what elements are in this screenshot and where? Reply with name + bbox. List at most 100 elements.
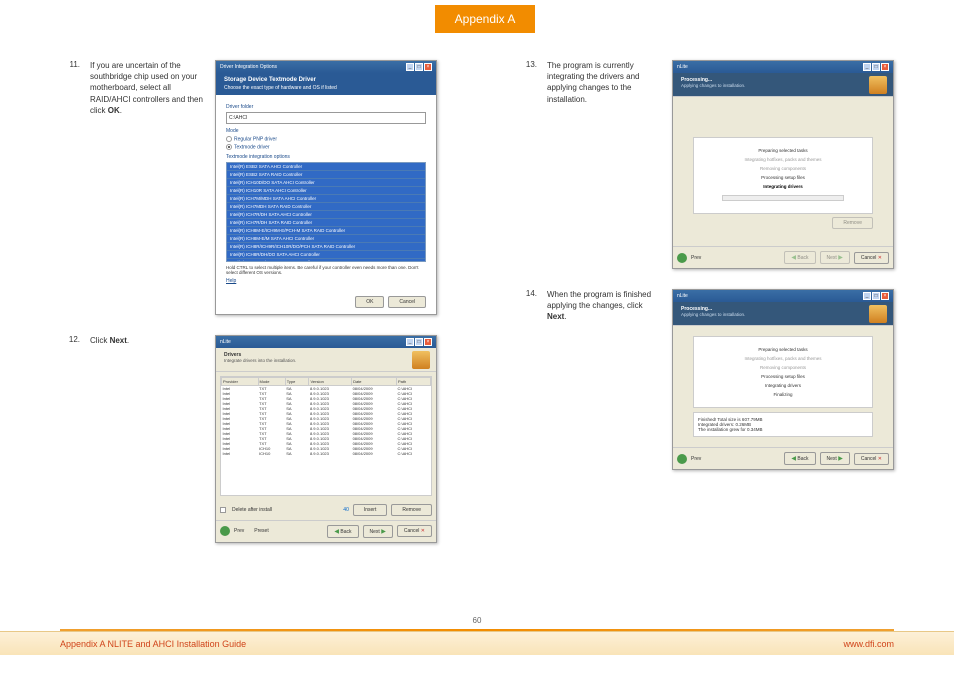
titlebar: nLite _□×: [673, 290, 893, 302]
insert-button[interactable]: Insert: [353, 504, 388, 516]
cancel-button[interactable]: Cancel ✕: [397, 525, 432, 537]
driver-table[interactable]: ProviderModeTypeVersionDatePathIntelTXTS…: [220, 376, 432, 496]
wizard-header: Drivers Integrate drivers into the insta…: [216, 348, 436, 372]
dialog-title: Storage Device Textmode Driver: [224, 77, 428, 83]
window-title: nLite: [677, 293, 688, 299]
mode-option-2[interactable]: Textmode driver: [226, 144, 426, 150]
wizard-sub: Applying changes to installation.: [681, 312, 885, 317]
progress-line: Finalizing: [702, 390, 864, 399]
min-icon[interactable]: _: [406, 63, 414, 71]
list-item[interactable]: Intel(R) ICH7R/DH SATA RAID Controller: [227, 219, 425, 227]
wizard-sub: Applying changes to installation.: [681, 83, 885, 88]
wizard-header: Processing... Applying changes to instal…: [673, 73, 893, 97]
controller-list[interactable]: Intel(R) ESB2 SATA AHCI ControllerIntel(…: [226, 162, 426, 262]
min-icon[interactable]: _: [406, 338, 414, 346]
progress-line: Processing setup files: [702, 173, 864, 182]
step-num: 11.: [60, 60, 80, 315]
mode-option-1[interactable]: Regular PNP driver: [226, 136, 426, 142]
dialog-footer: OK Cancel: [216, 290, 436, 314]
wizard-footer: Prev ◀ Back Next ▶ Cancel ✕: [673, 246, 893, 268]
max-icon[interactable]: □: [415, 63, 423, 71]
window-title: nLite: [220, 339, 231, 345]
max-icon[interactable]: □: [872, 292, 880, 300]
next-button[interactable]: Next ▶: [820, 452, 850, 465]
prev-label: Prev: [691, 456, 701, 462]
min-icon[interactable]: _: [863, 292, 871, 300]
max-icon[interactable]: □: [872, 63, 880, 71]
cancel-button[interactable]: Cancel: [388, 296, 426, 308]
progress-body: Preparing selected tasksIntegrating hotf…: [673, 326, 893, 447]
list-item[interactable]: Intel(R) ICH8R/DH/DO SATA AHCI Controlle…: [227, 251, 425, 259]
step-num: 14.: [517, 289, 537, 470]
info-line: The installation grew for 0.34MB: [698, 427, 868, 432]
help-link[interactable]: Help: [226, 278, 426, 284]
table-row[interactable]: IntelICH10SA8.9.0.102308/04/2009C:\AHCI: [222, 451, 431, 456]
folder-label: Driver folder: [226, 104, 426, 110]
titlebar: Driver Integration Options _ □ ×: [216, 61, 436, 73]
step-13: 13. The program is currently integrating…: [517, 60, 894, 269]
count-badge: 40: [343, 507, 349, 513]
step-num: 12.: [60, 335, 80, 543]
list-item[interactable]: Intel(R) ICH7MDH SATA RAID Controller: [227, 203, 425, 211]
status-icon: [677, 253, 687, 263]
step-text: The program is currently integrating the…: [547, 60, 662, 269]
screenshot-12: nLite _□× Drivers Integrate drivers into…: [215, 335, 437, 543]
screenshot-13: nLite _□× Processing... Applying changes…: [672, 60, 894, 269]
list-item[interactable]: Intel(R) ICH8M-E/ICH9M-E/PCH-M SATA RAID…: [227, 227, 425, 235]
max-icon[interactable]: □: [415, 338, 423, 346]
list-item[interactable]: Intel(R) ICH7R/DH SATA AHCI Controller: [227, 211, 425, 219]
page-number: 60: [0, 616, 954, 625]
min-icon[interactable]: _: [863, 63, 871, 71]
progress-line: Removing components: [702, 164, 864, 173]
step-text: If you are uncertain of the southbridge …: [90, 60, 205, 315]
back-button[interactable]: ◀ Back: [784, 452, 815, 465]
close-icon[interactable]: ×: [881, 63, 889, 71]
list-item[interactable]: Intel(R) ICH9M-E/M SATA AHCI Controller: [227, 259, 425, 262]
wizard-footer: Prev ◀ Back Next ▶ Cancel ✕: [673, 447, 893, 469]
footer-right: www.dfi.com: [843, 639, 894, 649]
left-column: 11. If you are uncertain of the southbri…: [0, 60, 477, 563]
note-text: Hold CTRL to select multiple items. Be c…: [226, 265, 426, 275]
result-info: Finished! Total size is 607.79MB Integra…: [693, 412, 873, 437]
dialog-sub: Choose the exact type of hardware and OS…: [224, 85, 428, 91]
prev-label: Prev: [691, 255, 701, 261]
progress-line: Integrating drivers: [702, 182, 864, 191]
step-12: 12. Click Next. nLite _□× Drivers Integr…: [60, 335, 437, 543]
screenshot-14: nLite _□× Processing... Applying changes…: [672, 289, 894, 470]
next-button[interactable]: Next ▶: [363, 525, 393, 538]
back-button[interactable]: ◀ Back: [327, 525, 358, 538]
delete-checkbox[interactable]: [220, 507, 226, 513]
status-icon: [677, 454, 687, 464]
progress-box: Preparing selected tasksIntegrating hotf…: [693, 336, 873, 408]
remove-button[interactable]: Remove: [391, 504, 432, 516]
ok-button[interactable]: OK: [355, 296, 384, 308]
delete-label: Delete after install: [232, 507, 272, 513]
list-item[interactable]: Intel(R) ICH10D/DO SATA AHCI Controller: [227, 179, 425, 187]
list-item[interactable]: Intel(R) ESB2 SATA RAID Controller: [227, 171, 425, 179]
window-title: Driver Integration Options: [220, 64, 277, 70]
wizard-icon: [869, 305, 887, 323]
wizard-header: Processing... Applying changes to instal…: [673, 302, 893, 326]
progress-line: Integrating hotfixes, packs and themes: [702, 155, 864, 164]
list-item[interactable]: Intel(R) ICH8M-E/M SATA AHCI Controller: [227, 235, 425, 243]
cancel-button[interactable]: Cancel ✕: [854, 252, 889, 264]
close-icon[interactable]: ×: [424, 63, 432, 71]
status-icon: [220, 526, 230, 536]
wizard-sub: Integrate drivers into the installation.: [224, 358, 428, 363]
footer-bar: Appendix A NLITE and AHCI Installation G…: [0, 631, 954, 655]
dialog-header: Storage Device Textmode Driver Choose th…: [216, 73, 436, 95]
back-button: ◀ Back: [784, 251, 815, 264]
list-item[interactable]: Intel(R) ICH8R/ICH9R/ICH10R/DO/PCH SATA …: [227, 243, 425, 251]
next-button: Next ▶: [820, 251, 850, 264]
close-icon[interactable]: ×: [881, 292, 889, 300]
step-14: 14. When the program is finished applyin…: [517, 289, 894, 470]
cancel-button[interactable]: Cancel ✕: [854, 453, 889, 465]
list-item[interactable]: Intel(R) ICH10R SATA AHCI Controller: [227, 187, 425, 195]
step-text: When the program is finished applying th…: [547, 289, 662, 470]
options-label: Textmode integration options: [226, 154, 426, 160]
list-item[interactable]: Intel(R) ICH7M/MDH SATA AHCI Controller: [227, 195, 425, 203]
progress-line: Processing setup files: [702, 372, 864, 381]
close-icon[interactable]: ×: [424, 338, 432, 346]
list-item[interactable]: Intel(R) ESB2 SATA AHCI Controller: [227, 163, 425, 171]
prev-label-2: Preset: [254, 528, 268, 534]
